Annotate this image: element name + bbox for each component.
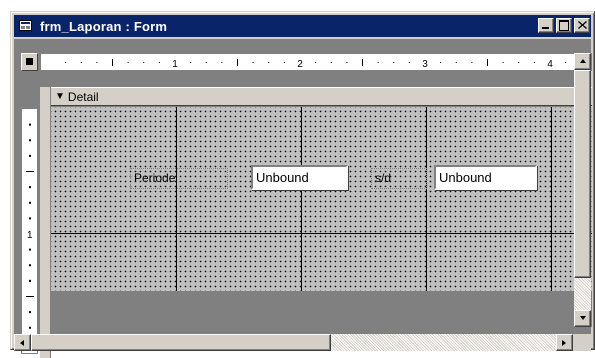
- ruler-tick: [26, 171, 34, 172]
- section-selector-column[interactable]: [40, 87, 51, 358]
- ruler-dot: [29, 154, 31, 157]
- arrow-down-icon: ▼: [55, 90, 65, 102]
- ruler-dot: [29, 264, 31, 267]
- vertical-ruler-ticks: 1: [26, 123, 34, 345]
- scroll-up-button[interactable]: [574, 53, 591, 70]
- close-button[interactable]: [574, 18, 590, 33]
- ruler-dot: [65, 62, 67, 63]
- ruler-dot: [471, 62, 473, 63]
- empty-workspace: [51, 291, 592, 327]
- ruler-dot: [29, 326, 31, 329]
- vertical-scroll-thumb[interactable]: [574, 70, 591, 278]
- horizontal-ruler[interactable]: 1 2 3 4: [40, 53, 592, 71]
- horizontal-scroll-thumb[interactable]: [31, 334, 331, 351]
- arrow-left-icon: [20, 340, 24, 346]
- ruler-tick: [112, 59, 113, 66]
- ruler-dot: [518, 62, 520, 63]
- ruler-dot: [29, 186, 31, 189]
- ruler-dot: [29, 139, 31, 142]
- arrow-up-icon: [580, 59, 586, 63]
- ruler-tick: [487, 59, 488, 66]
- horizontal-ruler-ticks: 1 2 3 4: [65, 59, 582, 70]
- ruler-dot: [158, 62, 160, 63]
- scroll-left-button[interactable]: [14, 334, 31, 351]
- ruler-dot: [346, 62, 348, 63]
- ruler-dot: [143, 62, 145, 63]
- ruler-dot: [393, 62, 395, 63]
- ruler-number: 2: [297, 59, 303, 70]
- ruler-dot: [330, 62, 332, 63]
- ruler-dot: [565, 62, 567, 63]
- detail-section-bar[interactable]: ▼ Detail: [51, 87, 592, 106]
- form-selector[interactable]: [21, 53, 38, 71]
- ruler-dot: [221, 62, 223, 63]
- ruler-number: 3: [422, 59, 428, 70]
- ruler-dot: [127, 62, 129, 63]
- scroll-right-button[interactable]: [556, 334, 573, 351]
- grid-line: [176, 107, 177, 291]
- size-grip[interactable]: [573, 334, 591, 351]
- grid-line: [51, 233, 592, 234]
- title-bar[interactable]: frm_Laporan : Form: [14, 15, 591, 37]
- sd-label[interactable]: s/d: [371, 168, 427, 189]
- ruler-dot: [455, 62, 457, 63]
- form-window: frm_Laporan : Form 1 2 3 4 ▼ Detail 1 Perio…: [10, 11, 595, 358]
- minimize-button[interactable]: [538, 18, 554, 33]
- ruler-dot: [502, 62, 504, 63]
- ruler-tick: [362, 59, 363, 66]
- ruler-dot: [377, 62, 379, 63]
- ruler-dot: [283, 62, 285, 63]
- window-title: frm_Laporan : Form: [40, 18, 168, 34]
- maximize-button[interactable]: [556, 18, 572, 33]
- ruler-tick: [26, 296, 34, 297]
- ruler-dot: [29, 123, 31, 126]
- ruler-dot: [268, 62, 270, 63]
- close-icon: [578, 21, 587, 29]
- ruler-tick: [237, 59, 238, 66]
- detail-section-grid[interactable]: Periode Unbound s/d Unbound: [51, 107, 592, 291]
- ruler-dot: [190, 62, 192, 63]
- ruler-dot: [440, 62, 442, 63]
- ruler-dot: [29, 217, 31, 220]
- window-controls: [538, 18, 590, 33]
- form-icon[interactable]: [18, 19, 34, 33]
- ruler-number: 1: [172, 59, 178, 70]
- start-date-textbox[interactable]: Unbound: [251, 165, 348, 190]
- detail-section-label: Detail: [67, 89, 99, 104]
- ruler-dot: [205, 62, 207, 63]
- ruler-dot: [80, 62, 82, 63]
- vertical-ruler[interactable]: 1: [21, 108, 38, 354]
- ruler-number: 4: [547, 59, 553, 70]
- ruler-dot: [315, 62, 317, 63]
- end-date-textbox[interactable]: Unbound: [434, 165, 537, 190]
- ruler-dot: [96, 62, 98, 63]
- grid-line: [301, 107, 302, 291]
- periode-label[interactable]: Periode: [130, 168, 228, 189]
- ruler-dot: [29, 201, 31, 204]
- ruler-dot: [533, 62, 535, 63]
- horizontal-scrollbar[interactable]: [14, 334, 573, 351]
- grid-line: [426, 107, 427, 291]
- vertical-scrollbar[interactable]: [574, 53, 591, 327]
- ruler-dot: [252, 62, 254, 63]
- ruler-number: 1: [27, 230, 33, 241]
- grid-line: [551, 107, 552, 291]
- ruler-dot: [408, 62, 410, 63]
- ruler-dot: [29, 311, 31, 314]
- arrow-down-icon: [580, 316, 586, 320]
- ruler-dot: [29, 248, 31, 251]
- arrow-right-icon: [562, 340, 566, 346]
- ruler-dot: [29, 279, 31, 282]
- scroll-down-button[interactable]: [574, 310, 591, 327]
- form-design-area: 1 2 3 4 ▼ Detail 1 Periode Unbound s/d Unbo…: [14, 39, 592, 358]
